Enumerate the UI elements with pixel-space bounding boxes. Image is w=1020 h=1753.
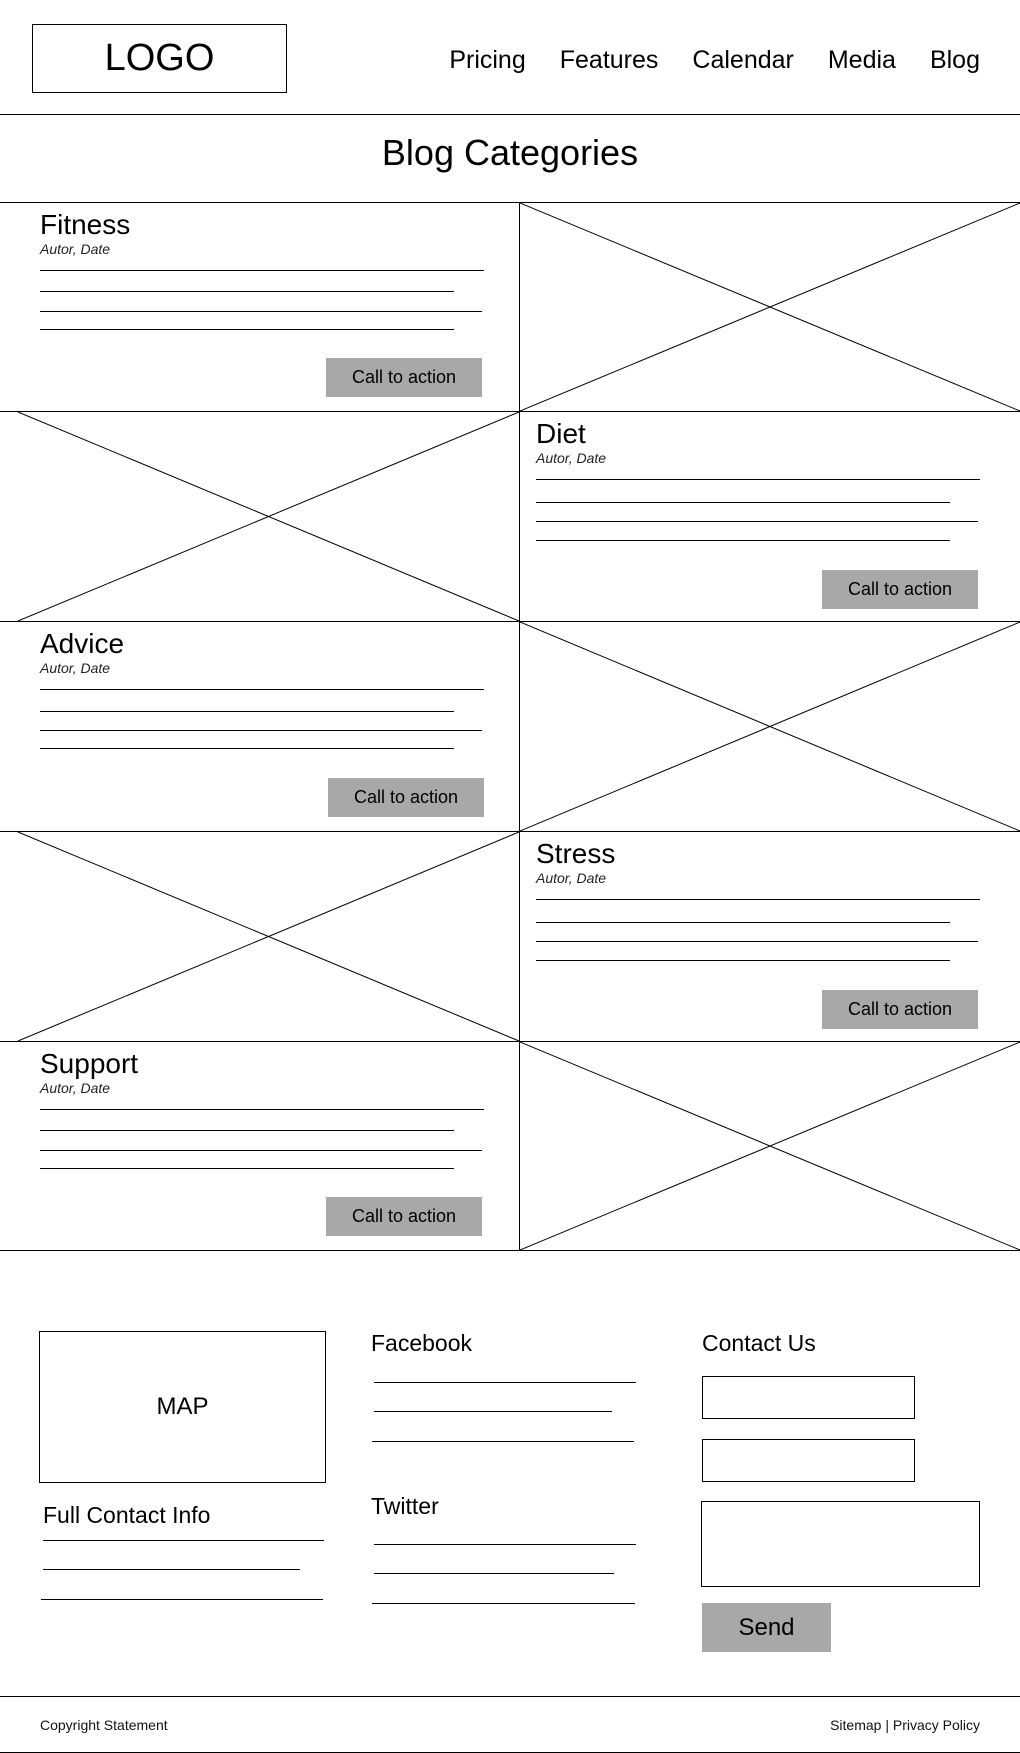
contact-us-heading: Contact Us [702,1330,816,1356]
text-line [536,479,980,480]
category-title: Fitness [40,209,131,240]
category-meta: Autor, Date [536,870,607,886]
contact-name-input[interactable] [702,1376,915,1419]
text-line [40,1130,454,1131]
category-meta: Autor, Date [536,450,607,466]
blog-card-diet: Diet Autor, Date Call to action [520,412,1020,622]
text-line [40,711,454,712]
copyright-statement: Copyright Statement [40,1717,168,1733]
cta-button-stress[interactable]: Call to action [822,990,978,1029]
blog-card-stress: Stress Autor, Date Call to action [520,832,1020,1042]
text-line [536,922,950,923]
text-line [374,1544,636,1545]
contact-message-input[interactable] [701,1501,980,1587]
nav-pricing[interactable]: Pricing [449,46,525,75]
text-line [40,689,484,690]
nav-calendar[interactable]: Calendar [692,46,793,75]
category-title: Advice [40,628,125,659]
image-placeholder [520,1042,1020,1252]
cta-button-advice[interactable]: Call to action [328,778,484,817]
category-meta: Autor, Date [40,660,111,676]
image-placeholder [0,832,520,1042]
text-line [43,1569,300,1570]
category-meta: Autor, Date [40,241,111,257]
footer-links[interactable]: Sitemap | Privacy Policy [830,1717,980,1733]
text-line [40,1168,454,1169]
category-title: Diet [536,418,586,449]
text-line [536,899,980,900]
main-nav: Pricing Features Calendar Media Blog [449,46,980,75]
cta-button-diet[interactable]: Call to action [822,570,978,609]
blog-card-support: Support Autor, Date Call to action [0,1042,520,1252]
cta-button-fitness[interactable]: Call to action [326,358,482,397]
text-line [40,1150,482,1151]
text-line [41,1599,323,1600]
text-line [536,521,978,522]
logo[interactable]: LOGO [32,24,287,93]
text-line [40,329,454,330]
category-title: Stress [536,838,616,869]
blog-card-fitness: Fitness Autor, Date Call to action [0,203,520,413]
header-divider [0,114,1020,115]
text-line [374,1382,636,1383]
text-line [374,1411,612,1412]
nav-media[interactable]: Media [828,46,896,75]
text-line [536,502,950,503]
twitter-heading[interactable]: Twitter [371,1493,439,1520]
text-line [374,1573,614,1574]
image-placeholder [520,203,1020,413]
text-line [40,748,454,749]
text-line [536,941,978,942]
text-line [43,1540,324,1541]
text-line [40,270,484,271]
text-line [372,1441,634,1442]
map-placeholder[interactable]: MAP [39,1331,326,1483]
image-placeholder [520,622,1020,832]
send-button[interactable]: Send [702,1603,831,1652]
blog-card-advice: Advice Autor, Date Call to action [0,622,520,832]
category-title: Support [40,1048,139,1079]
cta-button-support[interactable]: Call to action [326,1197,482,1236]
text-line [40,730,482,731]
text-line [372,1603,635,1604]
footer-divider [0,1696,1020,1697]
category-meta: Autor, Date [40,1080,111,1096]
image-placeholder [0,412,520,622]
full-contact-heading: Full Contact Info [43,1502,211,1528]
page-title: Blog Categories [381,132,639,173]
facebook-heading[interactable]: Facebook [371,1330,472,1357]
text-line [40,1109,484,1110]
text-line [536,540,950,541]
nav-blog[interactable]: Blog [930,46,980,75]
text-line [40,311,482,312]
text-line [536,960,950,961]
text-line [40,291,454,292]
contact-email-input[interactable] [702,1439,915,1482]
nav-features[interactable]: Features [560,46,659,75]
